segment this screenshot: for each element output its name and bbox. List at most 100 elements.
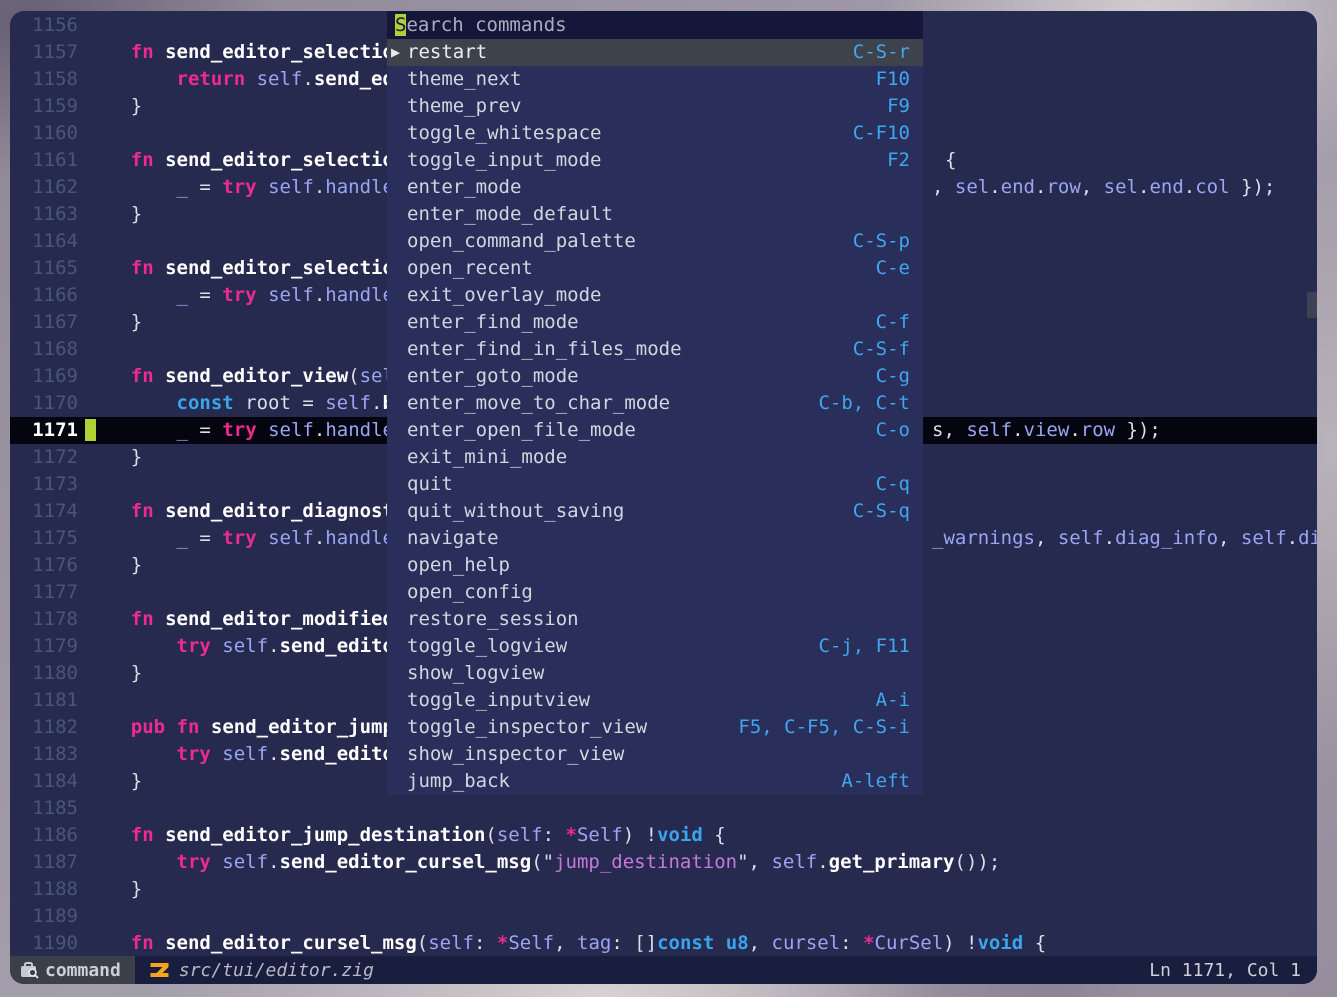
palette-command-open_recent[interactable]: open_recentC-e [387, 255, 923, 282]
palette-command-list: ▶restartC-S-rtheme_nextF10theme_prevF9to… [387, 39, 923, 795]
palette-command-quit[interactable]: quitC-q [387, 471, 923, 498]
palette-command-show_inspector_view[interactable]: show_inspector_view [387, 741, 923, 768]
palette-command-open_command_palette[interactable]: open_command_paletteC-S-p [387, 228, 923, 255]
code-line[interactable]: 1185 [10, 795, 1317, 822]
code-token: diag_info [1115, 527, 1218, 549]
code-token: self [257, 68, 303, 90]
code-token: handle [325, 527, 394, 549]
code-text: fn send_editor_view(sel [85, 365, 394, 387]
line-number: 1186 [10, 822, 85, 849]
palette-command-quit_without_saving[interactable]: quit_without_savingC-S-q [387, 498, 923, 525]
mode-indicator[interactable]: command [10, 956, 135, 984]
command-name: show_logview [407, 660, 544, 687]
code-token: : [474, 932, 497, 954]
code-token [245, 68, 256, 90]
palette-command-toggle_whitespace[interactable]: toggle_whitespaceC-F10 [387, 120, 923, 147]
code-token: { [1023, 932, 1046, 954]
code-token: * [497, 932, 508, 954]
code-text-right-of-palette: s, self.view.row }); [932, 417, 1161, 444]
code-token: . [268, 743, 279, 765]
code-token: ( [417, 932, 428, 954]
code-token: * [566, 824, 577, 846]
code-token: send_edito [280, 635, 394, 657]
code-token: sel [955, 176, 989, 198]
code-line[interactable]: 1189 [10, 903, 1317, 930]
palette-command-navigate[interactable]: navigate [387, 525, 923, 552]
code-text: } [85, 446, 142, 468]
palette-search-input[interactable]: Search commands [387, 11, 923, 39]
palette-command-restart[interactable]: ▶restartC-S-r [387, 39, 923, 66]
palette-command-enter_find_in_files_mode[interactable]: enter_find_in_files_modeC-S-f [387, 336, 923, 363]
code-token [257, 176, 268, 198]
palette-command-theme_next[interactable]: theme_nextF10 [387, 66, 923, 93]
palette-command-exit_overlay_mode[interactable]: exit_overlay_mode [387, 282, 923, 309]
code-text: fn send_editor_diagnost [85, 500, 394, 522]
palette-command-restore_session[interactable]: restore_session [387, 606, 923, 633]
palette-command-exit_mini_mode[interactable]: exit_mini_mode [387, 444, 923, 471]
code-token: self [222, 635, 268, 657]
code-token: . [1138, 176, 1149, 198]
code-token: } [85, 662, 142, 684]
code-token: end [1001, 176, 1035, 198]
code-token: self [1058, 527, 1104, 549]
code-token [85, 824, 131, 846]
palette-command-jump_back[interactable]: jump_backA-left [387, 768, 923, 795]
code-token: Self [577, 824, 623, 846]
code-line[interactable]: 1186 fn send_editor_jump_destination(sel… [10, 822, 1317, 849]
command-name: restore_session [407, 606, 579, 633]
code-token: handle [325, 284, 394, 306]
code-token: const [177, 392, 234, 414]
scrollbar-thumb[interactable] [1307, 292, 1317, 318]
palette-command-open_help[interactable]: open_help [387, 552, 923, 579]
command-name: enter_move_to_char_mode [407, 390, 670, 417]
code-token: }); [1115, 419, 1161, 441]
palette-command-show_logview[interactable]: show_logview [387, 660, 923, 687]
code-text: } [85, 95, 142, 117]
line-number: 1177 [10, 579, 85, 606]
line-number: 1173 [10, 471, 85, 498]
palette-command-toggle_logview[interactable]: toggle_logviewC-j, F11 [387, 633, 923, 660]
code-token: handle [325, 419, 394, 441]
code-text: fn send_editor_selectio [85, 41, 394, 63]
palette-command-enter_move_to_char_mode[interactable]: enter_move_to_char_modeC-b, C-t [387, 390, 923, 417]
palette-command-enter_open_file_mode[interactable]: enter_open_file_modeC-o [387, 417, 923, 444]
code-token: root = [234, 392, 326, 414]
code-token: u8 [726, 932, 749, 954]
palette-command-enter_find_mode[interactable]: enter_find_modeC-f [387, 309, 923, 336]
code-token [85, 41, 131, 63]
command-name: open_help [407, 552, 510, 579]
code-token [154, 500, 165, 522]
selection-pointer-icon: ▶ [391, 39, 400, 66]
code-line[interactable]: 1190 fn send_editor_cursel_msg(self: *Se… [10, 930, 1317, 957]
line-number: 1175 [10, 525, 85, 552]
command-keybinding: C-g [876, 363, 910, 390]
palette-command-open_config[interactable]: open_config [387, 579, 923, 606]
code-text: try self.send_edito [85, 743, 394, 765]
code-token: self [268, 419, 314, 441]
palette-command-enter_goto_mode[interactable]: enter_goto_modeC-g [387, 363, 923, 390]
code-token: ( [485, 824, 496, 846]
code-token: send_editor_selectio [165, 41, 394, 63]
palette-command-toggle_inputview[interactable]: toggle_inputviewA-i [387, 687, 923, 714]
code-text: pub fn send_editor_jump [85, 716, 394, 738]
code-text: fn send_editor_selectio [85, 149, 394, 171]
code-line[interactable]: 1187 try self.send_editor_cursel_msg("ju… [10, 849, 1317, 876]
code-token: = [188, 176, 222, 198]
line-number: 1165 [10, 255, 85, 282]
code-token [85, 149, 131, 171]
code-token: self [497, 824, 543, 846]
palette-command-enter_mode[interactable]: enter_mode [387, 174, 923, 201]
palette-command-toggle_input_mode[interactable]: toggle_input_modeF2 [387, 147, 923, 174]
cursor-position: Ln 1171, Col 1 [1149, 960, 1317, 981]
code-token: try [177, 635, 211, 657]
line-number: 1164 [10, 228, 85, 255]
code-line[interactable]: 1188 } [10, 876, 1317, 903]
code-text: try self.send_editor_cursel_msg("jump_de… [85, 851, 1000, 873]
code-token: self [268, 176, 314, 198]
palette-command-theme_prev[interactable]: theme_prevF9 [387, 93, 923, 120]
code-text: } [85, 311, 142, 333]
code-text: } [85, 662, 142, 684]
palette-command-enter_mode_default[interactable]: enter_mode_default [387, 201, 923, 228]
command-name: enter_find_in_files_mode [407, 336, 682, 363]
palette-command-toggle_inspector_view[interactable]: toggle_inspector_viewF5, C-F5, C-S-i [387, 714, 923, 741]
